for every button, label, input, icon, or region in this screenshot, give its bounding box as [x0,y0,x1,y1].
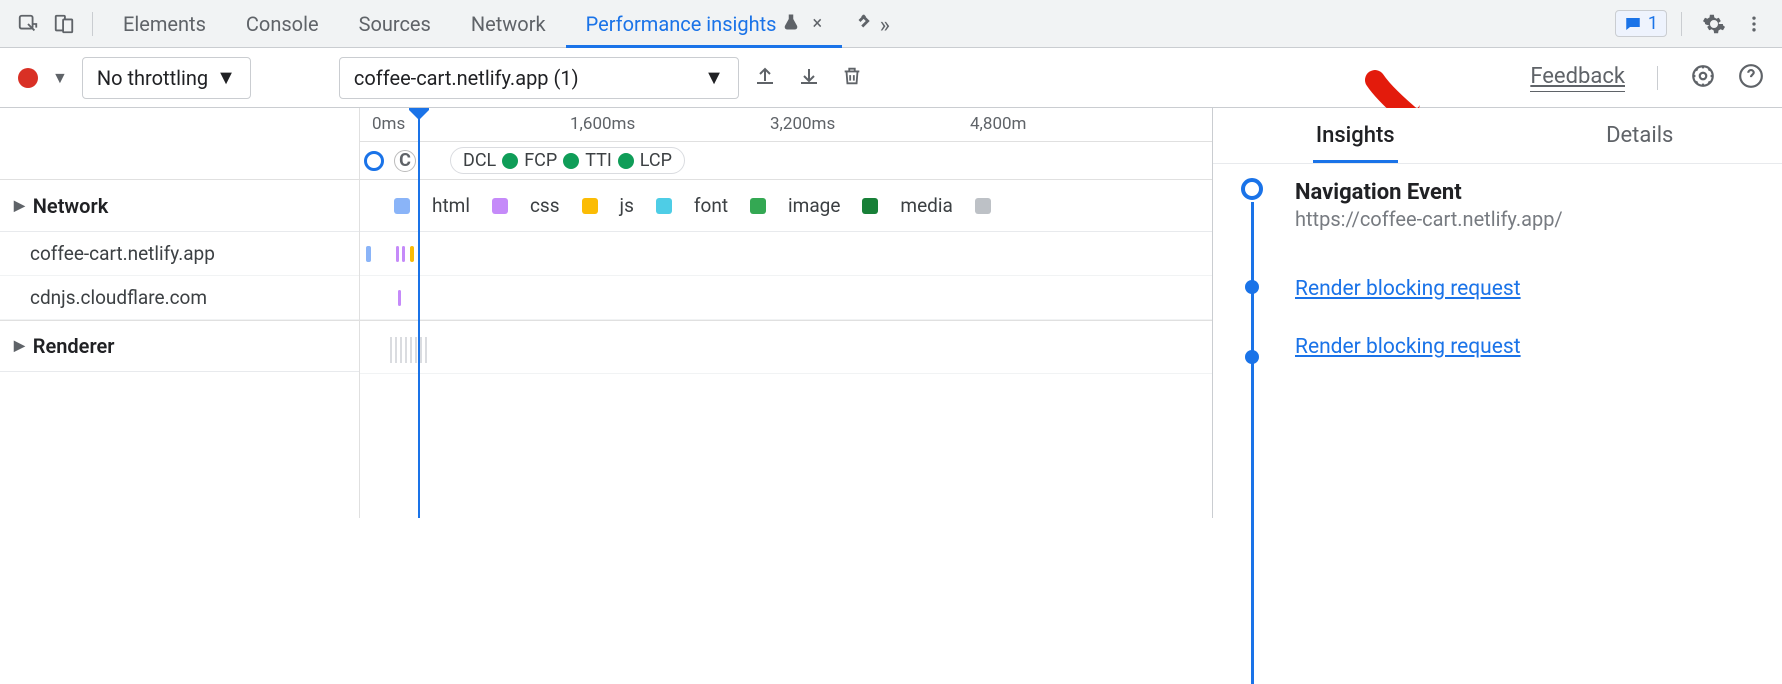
tab-sources[interactable]: Sources [339,0,451,48]
legend-swatch-icon [582,198,598,214]
nav-start-marker[interactable] [364,151,384,171]
tab-performance-insights[interactable]: Performance insights × [566,0,842,48]
recording-select[interactable]: coffee-cart.netlify.app (1) ▼ [339,57,739,99]
export-icon[interactable] [753,64,777,92]
chevron-right-icon: ▶ [14,198,25,214]
chevron-down-icon: ▼ [704,65,724,90]
marker-pill[interactable]: DCL FCP TTI LCP [450,147,685,174]
chevron-down-icon: ▼ [216,65,236,90]
import-icon[interactable] [797,64,821,92]
nav-event-url: https://coffee-cart.netlify.app/ [1295,207,1762,231]
separator [1657,66,1658,90]
tab-details[interactable]: Details [1498,108,1782,163]
resource-legend: html css js font image media [360,180,1212,232]
main-content: ▶ Network coffee-cart.netlify.app cdnjs.… [0,108,1782,518]
timeline-network-row[interactable] [360,276,1212,320]
tab-console[interactable]: Console [226,0,339,48]
chevron-right-icon: ▶ [14,338,25,354]
section-renderer[interactable]: ▶ Renderer [0,320,359,372]
legend-swatch-icon [656,198,672,214]
throttling-select[interactable]: No throttling ▼ [82,57,251,99]
legend-swatch-icon [750,198,766,214]
event-node-icon[interactable] [1241,178,1263,200]
tab-elements[interactable]: Elements [103,0,226,48]
issues-count: 1 [1648,13,1658,34]
playhead[interactable] [418,108,420,518]
insights-body: Navigation Event https://coffee-cart.net… [1213,164,1782,484]
timeline-network-row[interactable] [360,232,1212,276]
separator [1681,12,1682,36]
feedback-link[interactable]: Feedback [1530,64,1625,92]
flask-icon [782,12,800,36]
network-origin-row[interactable]: cdnjs.cloudflare.com [0,276,359,320]
devtools-topbar: Elements Console Sources Network Perform… [0,0,1782,48]
time-ruler[interactable]: 0ms 1,600ms 3,200ms 4,800m [360,108,1212,142]
device-toolbar-icon[interactable] [46,6,82,42]
tab-network[interactable]: Network [451,0,566,48]
settings-gear-icon[interactable] [1696,6,1732,42]
overflow-tabs-icon[interactable]: » [842,10,902,38]
timeline-renderer-row[interactable] [360,320,1212,374]
right-tabs: Insights Details [1213,108,1782,164]
tab-insights[interactable]: Insights [1213,108,1498,163]
event-dot-icon[interactable] [1245,280,1259,294]
legend-swatch-icon [394,198,410,214]
legend-swatch-icon [492,198,508,214]
record-options-caret[interactable]: ▼ [52,68,68,88]
insight-link[interactable]: Render blocking request [1295,277,1762,301]
separator [92,12,93,36]
close-icon[interactable]: × [812,13,822,34]
legend-swatch-icon [975,198,991,214]
legend-swatch-icon [862,198,878,214]
kebab-menu-icon[interactable] [1736,6,1772,42]
devtools-tabs: Elements Console Sources Network Perform… [103,0,1615,48]
event-timeline-line [1251,202,1254,684]
nav-event-title: Navigation Event [1295,180,1762,205]
event-dot-icon[interactable] [1245,350,1259,364]
network-origin-row[interactable]: coffee-cart.netlify.app [0,232,359,276]
marker-circle[interactable]: C [394,150,416,172]
issues-badge[interactable]: 1 [1615,10,1667,37]
delete-icon[interactable] [841,64,863,92]
record-button[interactable] [18,68,38,88]
inspect-element-icon[interactable] [10,6,46,42]
right-panel: Insights Details Navigation Event https:… [1212,108,1782,518]
timeline-area[interactable]: 0ms 1,600ms 3,200ms 4,800m C DCL FCP TTI… [360,108,1212,518]
perf-settings-icon[interactable] [1690,63,1716,93]
markers-row: C DCL FCP TTI LCP [360,142,1212,180]
marker-dot-icon [618,153,634,169]
marker-dot-icon [502,153,518,169]
section-network[interactable]: ▶ Network [0,180,359,232]
perf-toolbar: ▼ No throttling ▼ coffee-cart.netlify.ap… [0,48,1782,108]
insight-link[interactable]: Render blocking request [1295,335,1762,359]
help-icon[interactable] [1738,63,1764,93]
left-panel: ▶ Network coffee-cart.netlify.app cdnjs.… [0,108,360,518]
marker-dot-icon [563,153,579,169]
